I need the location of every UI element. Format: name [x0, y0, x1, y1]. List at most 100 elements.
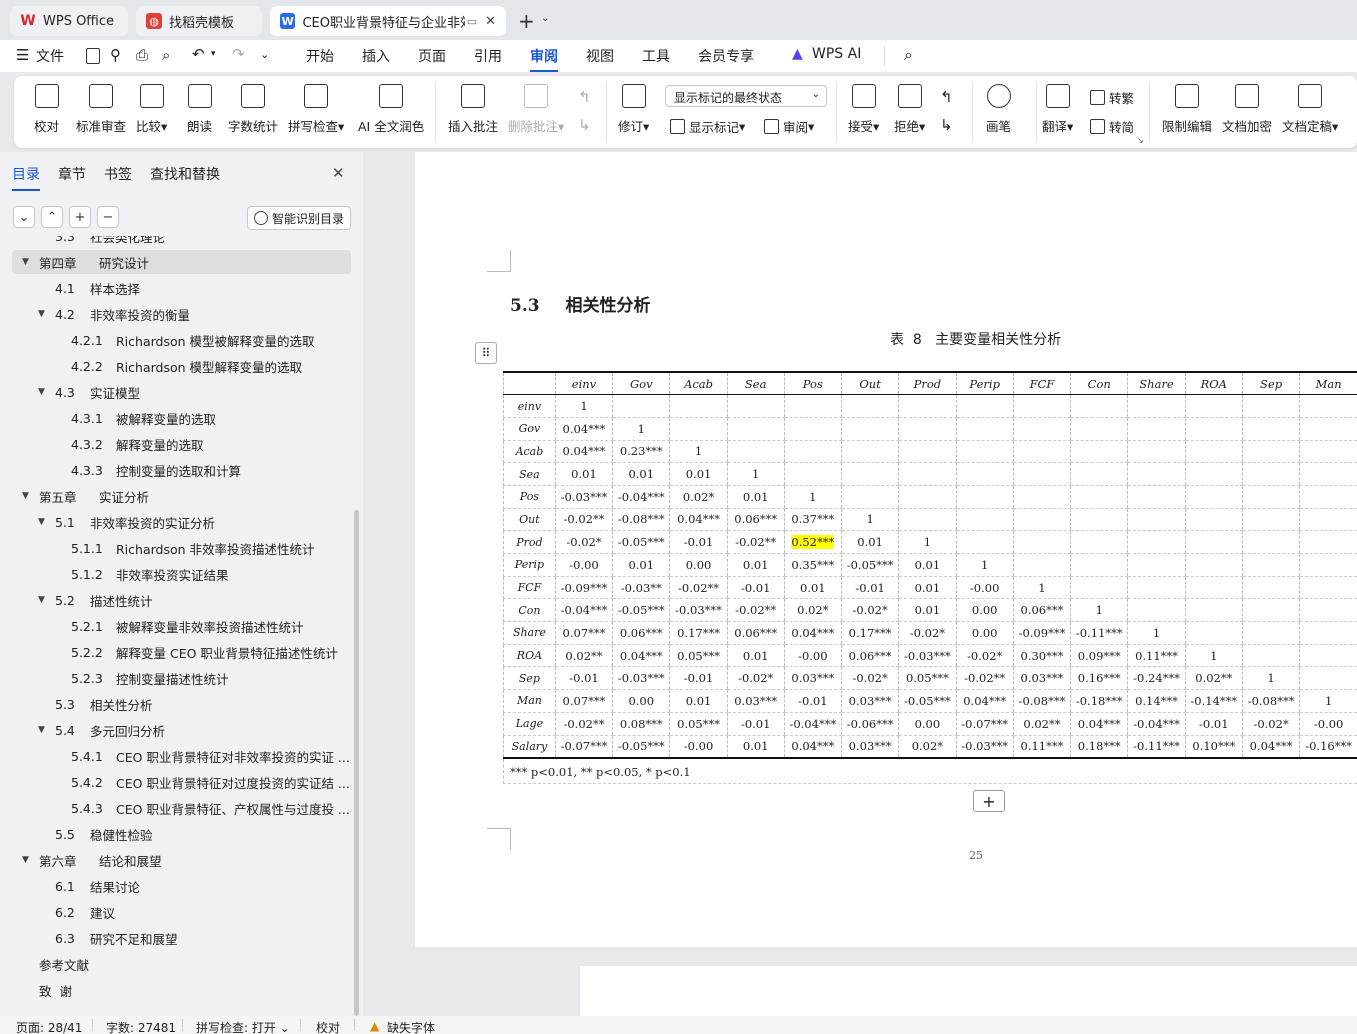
missing-font-status[interactable]: 缺失字体	[387, 1019, 435, 1034]
table-cell[interactable]: -0.03**	[612, 576, 670, 600]
toc-item[interactable]: 5.3 相关性分析	[0, 692, 354, 716]
row-label[interactable]: Prod	[503, 530, 556, 554]
previous-comment-icon[interactable]: ↰	[578, 88, 591, 106]
table-cell[interactable]: 1	[1299, 689, 1357, 713]
expand-arrow-icon[interactable]: ▼	[38, 517, 45, 527]
spell-check-status[interactable]: 拼写检查: 打开 ⌄	[196, 1019, 290, 1034]
next-comment-icon[interactable]: ↳	[578, 116, 591, 134]
table-cell[interactable]	[840, 394, 899, 418]
expand-arrow-icon[interactable]: ▼	[38, 309, 45, 319]
table-cell[interactable]	[1127, 462, 1186, 486]
column-header[interactable]: Prod	[898, 372, 957, 396]
table-cell[interactable]	[1127, 576, 1186, 600]
to-traditional-button[interactable]: 转繁	[1090, 88, 1134, 107]
table-cell[interactable]	[1070, 485, 1128, 509]
table-corner-cell[interactable]	[503, 372, 556, 396]
row-label[interactable]: Share	[503, 621, 556, 645]
table-cell[interactable]: 0.10***	[1184, 735, 1243, 759]
table-cell[interactable]	[955, 485, 1014, 509]
table-cell[interactable]	[1184, 553, 1243, 577]
table-cell[interactable]	[898, 394, 957, 418]
table-cell[interactable]: 0.16***	[1070, 666, 1128, 691]
table-cell[interactable]	[1184, 508, 1243, 532]
table-cell[interactable]	[840, 417, 899, 441]
table-cell[interactable]	[1012, 417, 1071, 441]
save-icon[interactable]	[86, 48, 100, 64]
previous-change-icon[interactable]: ↰	[940, 88, 953, 106]
table-cell[interactable]: 0.00	[669, 553, 728, 577]
table-cell[interactable]: 0.04***	[1241, 735, 1300, 759]
toc-item[interactable]: ▼ 第四章 研究设计	[12, 250, 351, 274]
table-cell[interactable]: -0.18***	[1070, 689, 1128, 713]
row-label[interactable]: einv	[503, 394, 556, 418]
table-cell[interactable]	[1299, 462, 1357, 486]
table-cell[interactable]: -0.11***	[1127, 735, 1186, 759]
page-indicator[interactable]: 页面: 28/41	[16, 1019, 82, 1034]
standard-review-button[interactable]: 标准审查	[76, 84, 126, 135]
table-cell[interactable]: 0.01	[554, 462, 613, 486]
toc-item[interactable]: 5.4.2 CEO 职业背景特征对过度投资的实证结 ...	[0, 770, 354, 794]
table-cell[interactable]: -0.03***	[898, 644, 957, 668]
reject-button[interactable]: 拒绝▾	[894, 84, 925, 135]
table-cell[interactable]	[1070, 508, 1128, 532]
toc-item[interactable]: 4.2.2 Richardson 模型解释变量的选取	[0, 354, 354, 378]
table-cell[interactable]: 0.00	[955, 621, 1014, 645]
table-cell[interactable]: 1	[1184, 644, 1243, 668]
table-cell[interactable]: -0.11***	[1070, 621, 1128, 645]
toc-item[interactable]: ▼ 5.2 描述性统计	[0, 588, 354, 612]
table-cell[interactable]	[783, 440, 842, 464]
table-cell[interactable]	[1012, 553, 1071, 577]
table-cell[interactable]: -0.01	[726, 712, 785, 736]
table-cell[interactable]: 0.05***	[669, 644, 728, 668]
menu-page[interactable]: 页面	[418, 46, 446, 66]
table-cell[interactable]	[1184, 462, 1243, 486]
table-cell[interactable]	[1012, 394, 1071, 418]
table-cell[interactable]: -0.14***	[1184, 689, 1243, 713]
delete-comment-button[interactable]: 删除批注▾	[508, 84, 564, 135]
table-cell[interactable]: -0.05***	[898, 689, 957, 713]
table-cell[interactable]: -0.02**	[955, 666, 1014, 691]
table-cell[interactable]	[1241, 417, 1300, 441]
finalize-button[interactable]: 文档定稿▾	[1282, 84, 1338, 135]
table-cell[interactable]: 1	[1241, 666, 1300, 691]
table-cell[interactable]	[955, 508, 1014, 532]
toc-item[interactable]: 6.1 结果讨论	[0, 874, 354, 898]
table-cell[interactable]: 0.03***	[783, 666, 842, 691]
table-cell[interactable]: -0.03***	[955, 735, 1014, 759]
table-cell[interactable]: 0.01	[612, 553, 670, 577]
table-cell[interactable]: 0.03***	[840, 735, 899, 759]
pen-button[interactable]: 画笔	[986, 84, 1011, 135]
table-move-handle-icon[interactable]: ⠿	[475, 342, 497, 364]
table-cell[interactable]: 0.04***	[783, 621, 842, 645]
table-cell[interactable]	[1070, 553, 1128, 577]
table-cell[interactable]: 0.17***	[840, 621, 899, 645]
tab-wps-office[interactable]: W WPS Office	[10, 6, 128, 36]
table-cell[interactable]	[840, 462, 899, 486]
markup-state-select[interactable]: 显示标记的最终状态 ⌄	[665, 85, 827, 107]
table-cell[interactable]: -0.02**	[669, 576, 728, 600]
table-cell[interactable]: -0.00	[1299, 712, 1357, 736]
table-cell[interactable]	[1241, 530, 1300, 554]
ai-polish-button[interactable]: AI 全文润色	[358, 84, 424, 135]
table-cell[interactable]	[1241, 553, 1300, 577]
row-label[interactable]: Salary	[503, 735, 556, 759]
toc-item[interactable]: ▼ 第六章 结论和展望	[0, 848, 354, 872]
table-cell[interactable]: -0.00	[554, 553, 613, 577]
column-header[interactable]: Gov	[612, 372, 670, 396]
expand-arrow-icon[interactable]: ▼	[38, 725, 45, 735]
table-cell[interactable]: 0.04***	[1070, 712, 1128, 736]
spell-check-button[interactable]: 拼写检查▾	[288, 84, 344, 135]
menu-tools[interactable]: 工具	[642, 46, 670, 66]
quick-access-chevron-icon[interactable]: ⌄	[260, 48, 269, 61]
search-icon[interactable]: ⌕	[904, 45, 913, 65]
table-cell[interactable]	[955, 530, 1014, 554]
table-cell[interactable]: -0.03***	[669, 598, 728, 623]
table-cell[interactable]	[1184, 576, 1243, 600]
row-label[interactable]: Pos	[503, 485, 556, 509]
table-cell[interactable]: 1	[1012, 576, 1071, 600]
table-cell[interactable]	[1127, 598, 1186, 623]
table-cell[interactable]: -0.01	[840, 576, 899, 600]
table-cell[interactable]: 0.09***	[1070, 644, 1128, 668]
table-cell[interactable]	[898, 440, 957, 464]
table-cell[interactable]	[1241, 508, 1300, 532]
